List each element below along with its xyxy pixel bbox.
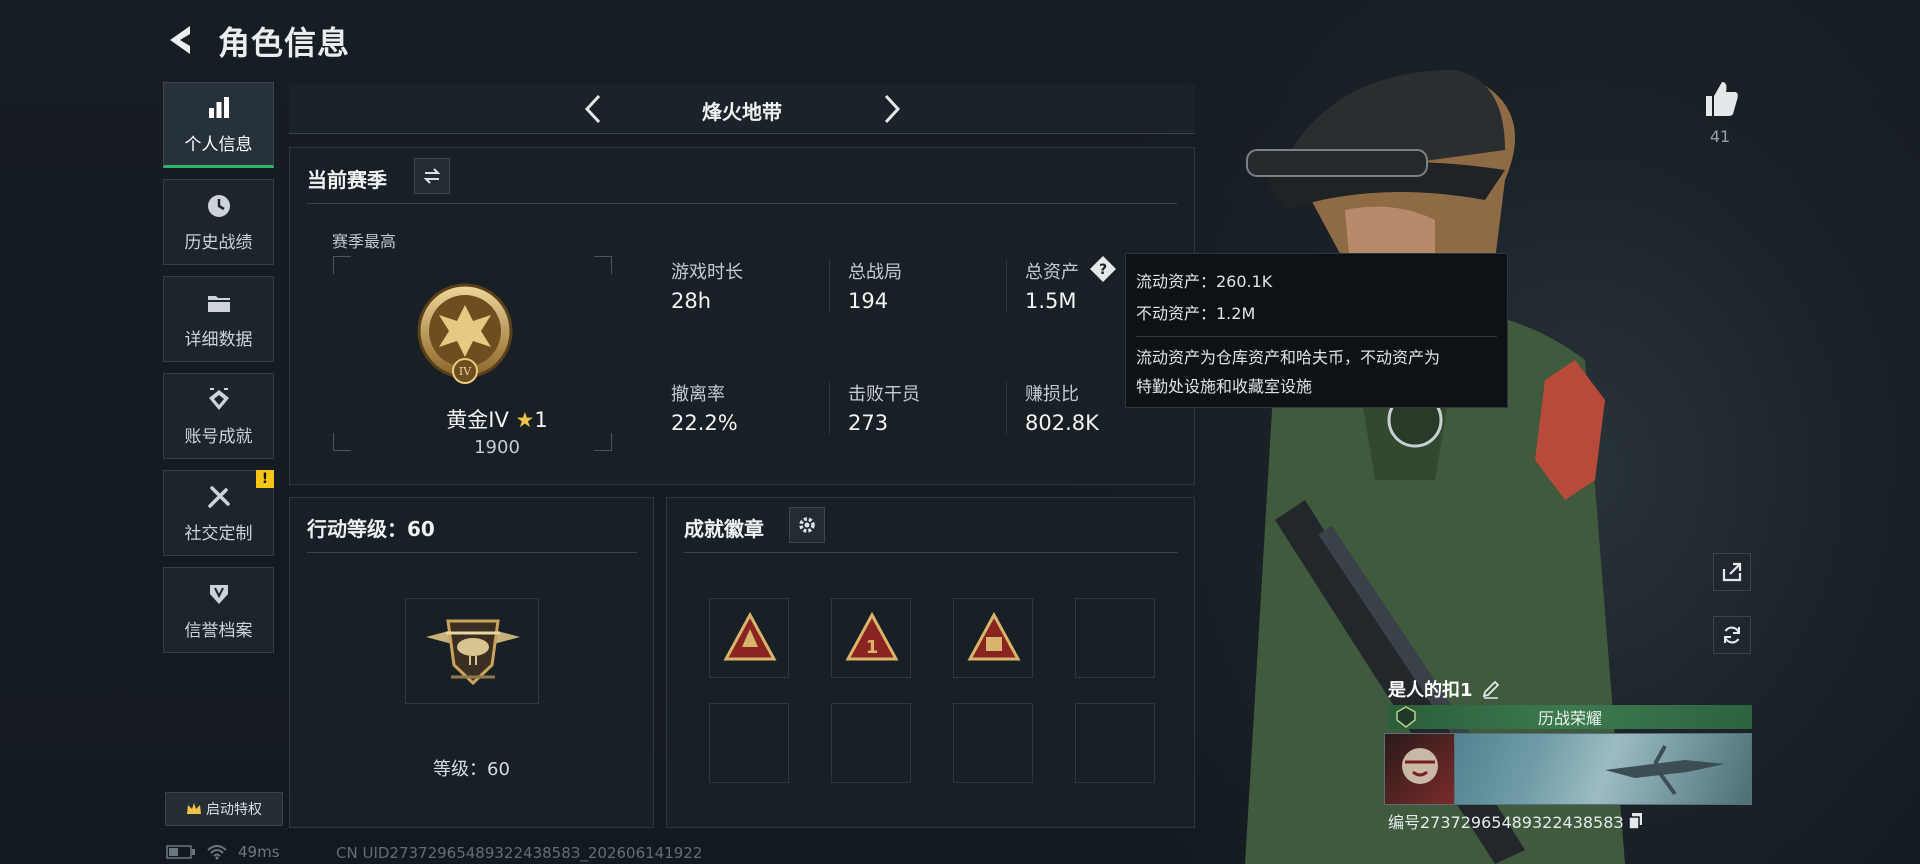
sidebar-item-credit[interactable]: 信誉档案 — [163, 567, 274, 653]
sidebar-item-social[interactable]: 社交定制 ! — [163, 470, 274, 556]
alert-badge: ! — [256, 470, 274, 488]
sidebar-item-label: 历史战绩 — [184, 232, 253, 253]
crown-icon — [187, 803, 201, 814]
stat-value: 1.5M — [1025, 289, 1077, 313]
sidebar-item-label: 信誉档案 — [184, 620, 253, 641]
copy-icon[interactable] — [1627, 812, 1644, 830]
tools-icon — [207, 485, 230, 508]
stat-label: 撤离率 — [671, 384, 725, 405]
stat-value: 273 — [848, 411, 889, 435]
page-title: 角色信息 — [218, 24, 351, 62]
clock-icon — [207, 194, 230, 217]
level-text: 等级：60 — [433, 759, 510, 780]
sidebar-item-detailed-data[interactable]: 详细数据 — [163, 276, 274, 362]
uid-text: CN UID2737296548932243858З_202606141922 — [336, 844, 703, 862]
asset-tooltip: 流动资产：260.1K 不动资产：1.2M 流动资产为仓库资产和哈夫币，不动资产… — [1125, 253, 1508, 408]
badge-slot[interactable]: 1 — [831, 598, 911, 678]
badges-title: 成就徽章 — [684, 517, 764, 541]
badge-slot[interactable] — [709, 598, 789, 678]
trophy-icon — [208, 387, 229, 410]
perk-label: 启动特权 — [206, 802, 262, 818]
stat-label: 总资产 — [1025, 262, 1079, 283]
share-icon — [1722, 562, 1742, 582]
back-button[interactable] — [164, 22, 200, 58]
svg-text:1: 1 — [866, 637, 879, 658]
svg-text:?: ? — [1099, 262, 1107, 278]
helicopter-emblem — [426, 619, 520, 686]
season-panel: 当前赛季 赛季最高 IV 黄金IV ★1 1900 游戏时长 28h 总战局 1… — [289, 147, 1195, 485]
action-level-panel: 行动等级：60 等级：60 — [289, 497, 654, 828]
profile-banner — [1384, 733, 1752, 805]
player-name: 是人的扣1 — [1388, 680, 1473, 701]
like-button[interactable] — [1700, 80, 1740, 118]
stat-value: 802.8K — [1025, 411, 1099, 435]
tooltip-liquid: 流动资产：260.1K — [1136, 272, 1273, 291]
sidebar-item-label: 详细数据 — [184, 329, 253, 350]
badges-panel: 成就徽章 1 — [666, 497, 1195, 828]
rank-name: 黄金IV ★1 — [446, 408, 548, 432]
stat-label: 总战局 — [848, 262, 902, 283]
folder-icon — [207, 295, 230, 312]
switch-season-button[interactable] — [414, 158, 450, 194]
badge-slot[interactable] — [1075, 703, 1155, 783]
sidebar-item-achievements[interactable]: 账号成就 — [163, 373, 274, 459]
sidebar-item-label: 个人信息 — [184, 134, 253, 155]
share-button[interactable] — [1713, 553, 1751, 591]
sidebar-item-label: 账号成就 — [184, 426, 253, 447]
ping-text: 49ms — [238, 843, 280, 861]
next-mode-button[interactable] — [872, 90, 910, 128]
badge-first-icon: 1 — [845, 611, 899, 661]
badge-slot[interactable] — [709, 703, 789, 783]
badge-slot[interactable] — [831, 703, 911, 783]
rank-points: 1900 — [474, 437, 520, 458]
badge-slot[interactable] — [953, 598, 1033, 678]
gear-icon — [799, 517, 815, 533]
like-count: 41 — [1709, 127, 1731, 146]
badge-settings-button[interactable] — [789, 507, 825, 543]
activate-perk-button[interactable]: 启动特权 — [165, 792, 283, 826]
badge-slot[interactable] — [953, 703, 1033, 783]
season-best-label: 赛季最高 — [332, 232, 397, 251]
stat-label: 游戏时长 — [671, 262, 743, 283]
badge-wings-icon — [723, 611, 777, 661]
rank-emblem-gold: IV — [417, 283, 513, 384]
mode-name: 烽火地带 — [702, 100, 782, 124]
shield-icon — [209, 584, 228, 604]
honor-title: 历战荣耀 — [1388, 705, 1752, 729]
status-bar: 49ms — [166, 843, 280, 861]
level-emblem-frame — [405, 598, 539, 704]
edit-icon[interactable] — [1481, 679, 1501, 699]
action-level-title: 行动等级：60 — [307, 517, 435, 541]
sidebar-item-label: 社交定制 — [184, 523, 253, 544]
tooltip-fixed: 不动资产：1.2M — [1136, 304, 1256, 323]
sidebar-item-personal-info[interactable]: 个人信息 — [163, 82, 274, 168]
swap-icon — [423, 168, 441, 184]
tooltip-description: 流动资产为仓库资产和哈夫币，不动资产为 特勤处设施和收藏室设施 — [1136, 336, 1497, 401]
battery-icon — [166, 845, 195, 859]
badge-box-icon — [967, 611, 1021, 661]
svg-text:IV: IV — [459, 365, 472, 378]
aircraft-illustration — [1605, 745, 1725, 796]
refresh-icon — [1723, 626, 1741, 644]
wifi-icon — [207, 845, 227, 860]
sidebar-item-match-history[interactable]: 历史战绩 — [163, 179, 274, 265]
bar-chart-icon — [208, 96, 229, 118]
star-icon: ★ — [515, 408, 535, 432]
stat-value: 194 — [848, 289, 889, 313]
honor-badge-icon — [1396, 706, 1416, 728]
stat-label: 击败干员 — [848, 384, 920, 405]
season-title: 当前赛季 — [307, 168, 387, 192]
refresh-button[interactable] — [1713, 616, 1751, 654]
player-name-row: 是人的扣1 — [1388, 676, 1501, 702]
help-icon[interactable]: ? — [1088, 254, 1118, 284]
badge-slot[interactable] — [1075, 598, 1155, 678]
avatar[interactable] — [1385, 734, 1455, 804]
stat-value: 22.2% — [671, 411, 738, 435]
mode-selector: 烽火地带 — [289, 84, 1195, 134]
player-id: 编号2737296548932243858З — [1388, 809, 1644, 833]
stat-value: 28h — [671, 289, 712, 313]
stat-label: 赚损比 — [1025, 384, 1079, 405]
